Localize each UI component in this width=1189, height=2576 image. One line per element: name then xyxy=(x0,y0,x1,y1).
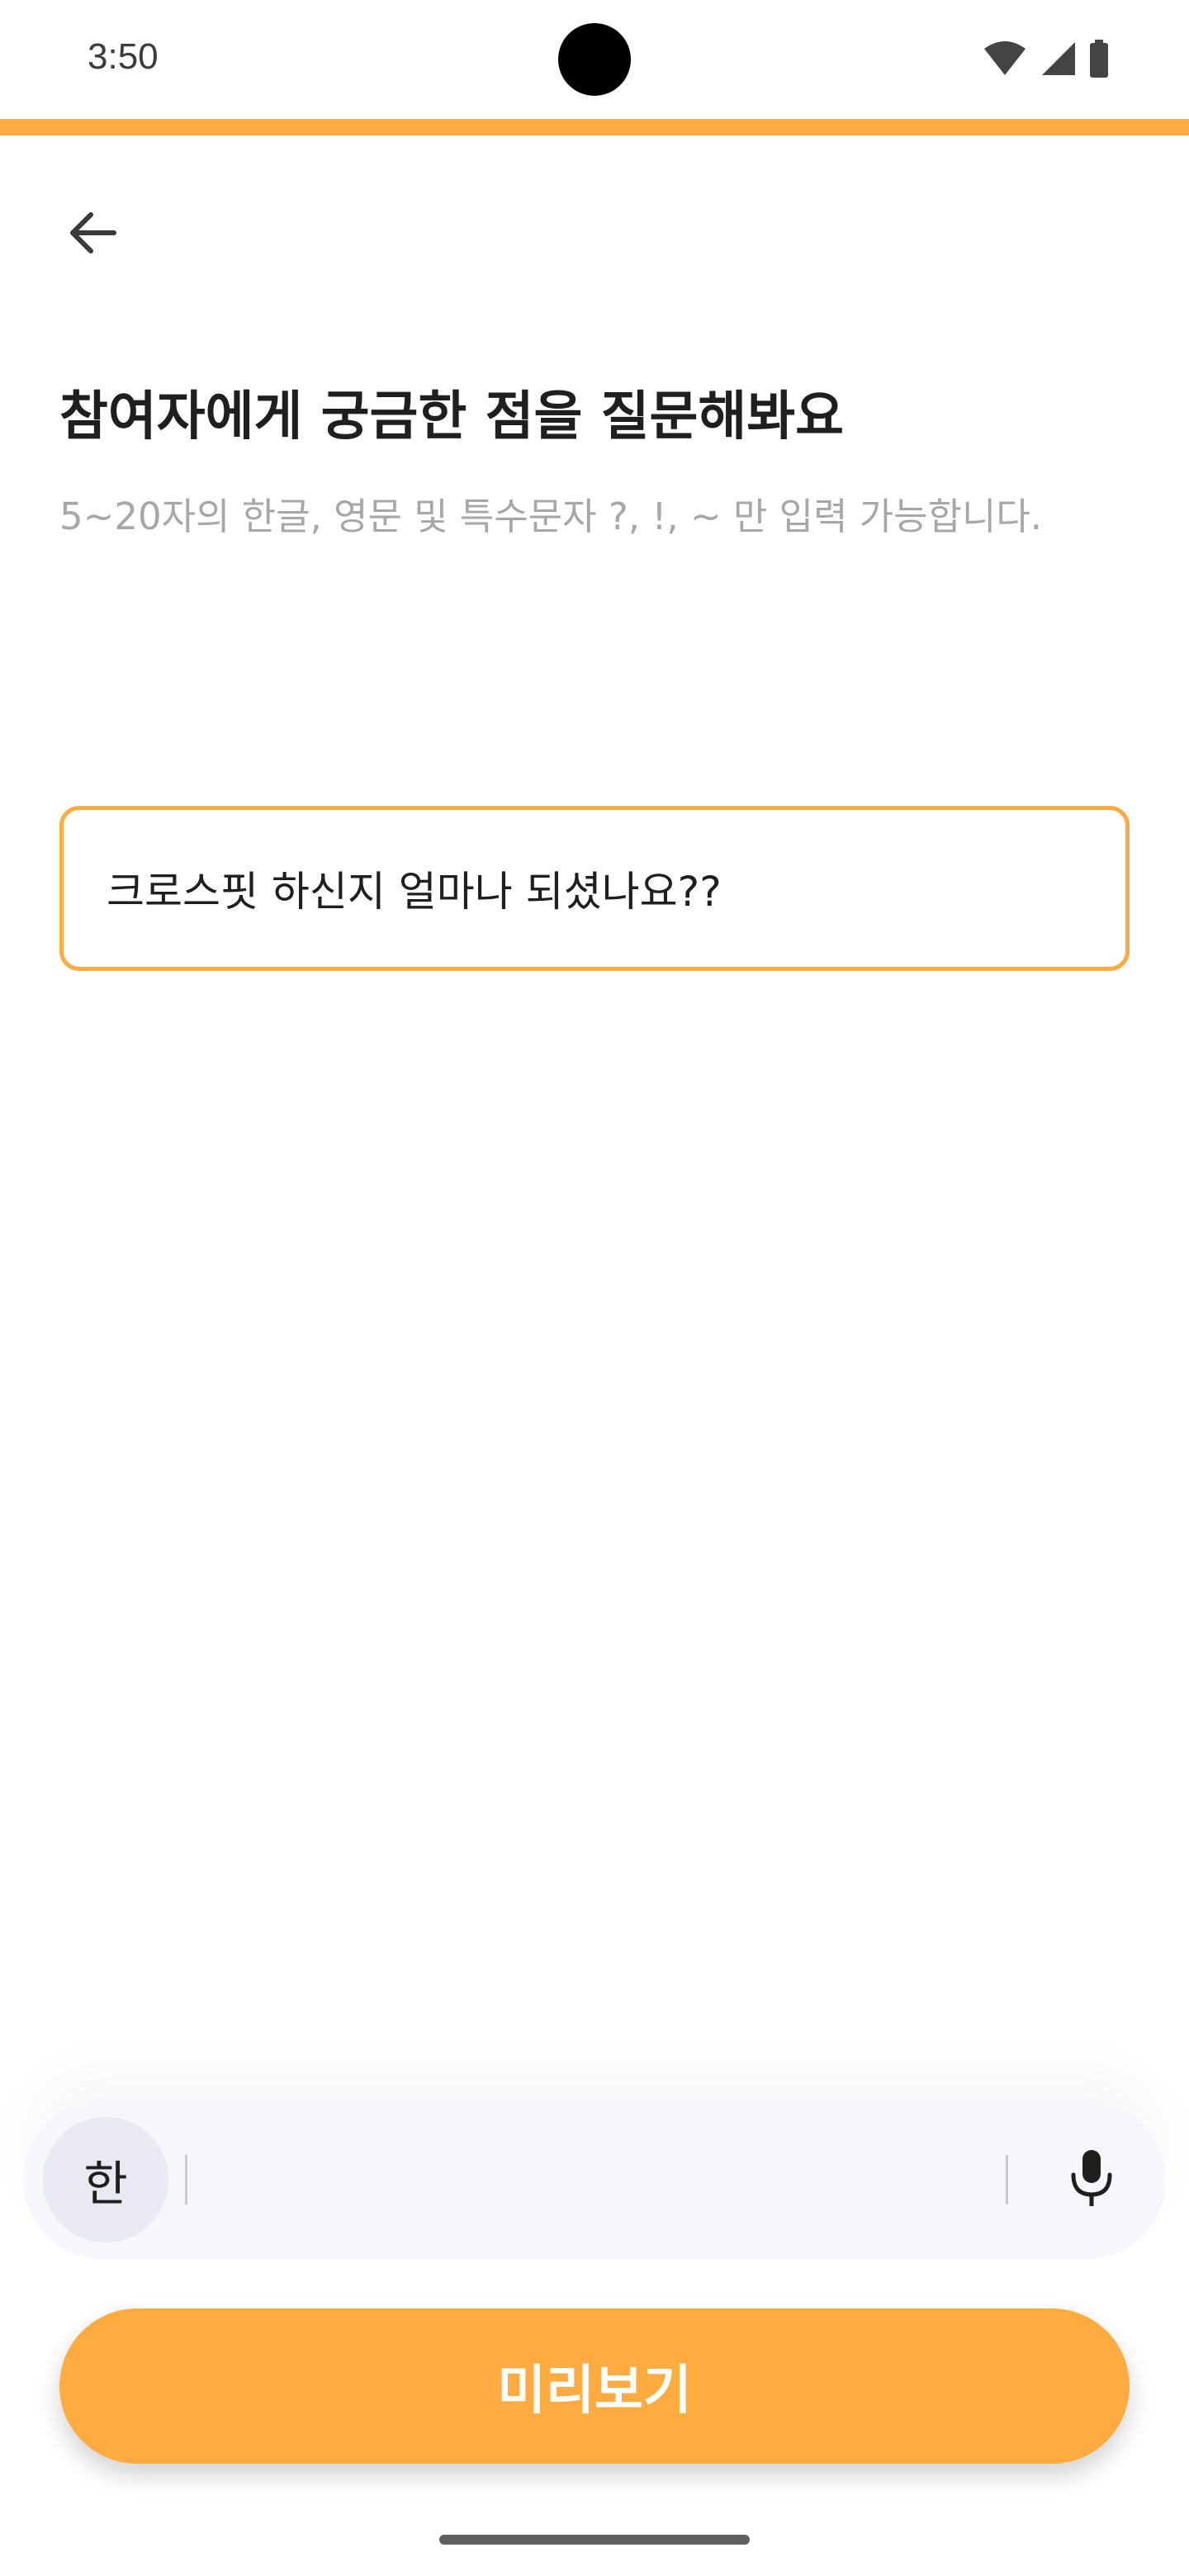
page-title: 참여자에게 궁금한 점을 질문해봐요 xyxy=(59,386,845,447)
status-bar: 3:50 xyxy=(0,0,1189,119)
input-hint: 5~20자의 한글, 영문 및 특수문자 ?, !, ~ 만 입력 가능합니다. xyxy=(59,495,1043,538)
camera-cutout xyxy=(558,23,631,96)
gesture-navigation-bar[interactable] xyxy=(439,2535,750,2545)
question-screen: 3:50 참여자에게 궁금한 점을 질문해봐요 5~20자의 한글, 영문 및 … xyxy=(0,0,1189,2576)
microphone-icon xyxy=(1068,2148,1115,2211)
toolbar-divider xyxy=(185,2155,187,2204)
status-time: 3:50 xyxy=(88,36,159,77)
battery-icon xyxy=(1088,40,1110,78)
back-button[interactable] xyxy=(53,195,132,274)
wifi-icon xyxy=(983,40,1027,77)
toolbar-divider xyxy=(1006,2155,1008,2204)
voice-input-button[interactable] xyxy=(1050,2138,1133,2221)
status-icons xyxy=(983,38,1110,79)
cell-signal-icon xyxy=(1039,40,1077,77)
preview-button[interactable]: 미리보기 xyxy=(59,2308,1130,2464)
progress-line xyxy=(0,119,1189,135)
question-input-value[interactable]: 크로스핏 하신지 얼마나 되셨나요?? xyxy=(107,859,722,918)
language-toggle-button[interactable]: 한 xyxy=(43,2117,168,2242)
keyboard-toolbar: 한 xyxy=(23,2100,1166,2259)
arrow-left-icon xyxy=(66,206,119,263)
question-input-field[interactable]: 크로스핏 하신지 얼마나 되셨나요?? xyxy=(59,806,1130,971)
